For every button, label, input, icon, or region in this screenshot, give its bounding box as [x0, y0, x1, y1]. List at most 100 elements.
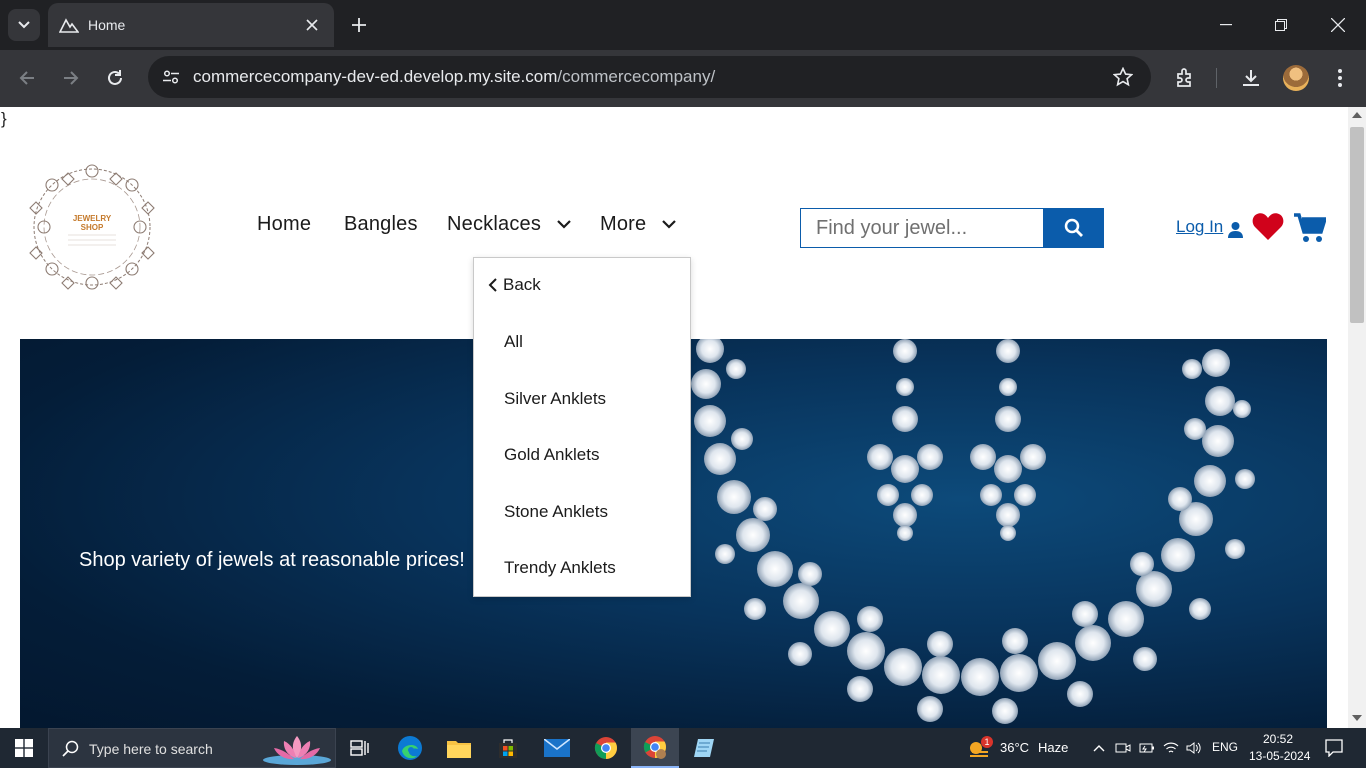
- logo-text: JEWELRY SHOP: [72, 214, 112, 232]
- weather-widget[interactable]: 1 36°C Haze: [965, 728, 1075, 768]
- tab-close-icon[interactable]: [302, 15, 322, 35]
- start-button[interactable]: [0, 728, 48, 768]
- browser-tab-bar: Home: [0, 0, 1366, 50]
- dropdown-item-silver-anklets[interactable]: Silver Anklets: [504, 389, 606, 409]
- language-indicator[interactable]: ENG: [1212, 740, 1238, 754]
- mail-icon: [544, 739, 570, 757]
- volume-icon[interactable]: [1185, 739, 1203, 757]
- restore-icon: [1275, 19, 1287, 31]
- taskbar-mail[interactable]: [533, 728, 581, 768]
- new-tab-button[interactable]: [346, 12, 372, 38]
- taskbar-file-explorer[interactable]: [435, 728, 483, 768]
- stray-brace-text: }: [1, 109, 7, 128]
- reload-button[interactable]: [100, 63, 130, 93]
- task-view-icon: [350, 740, 369, 756]
- edge-icon: [398, 736, 422, 760]
- browser-toolbar: commercecompany-dev-ed.develop.my.site.c…: [0, 50, 1366, 107]
- chevron-down-icon: [557, 220, 571, 229]
- page-scrollbar[interactable]: [1348, 107, 1366, 728]
- site-logo[interactable]: JEWELRY SHOP: [24, 157, 160, 297]
- reload-icon: [108, 70, 122, 85]
- web-page: } JEWELRY SHOP Home Bangles Necklaces Mo…: [0, 107, 1348, 728]
- nav-home[interactable]: Home: [257, 213, 311, 236]
- cart-icon[interactable]: [1294, 213, 1326, 243]
- folder-icon: [447, 741, 471, 758]
- taskbar-chrome-profile-active[interactable]: [631, 728, 679, 768]
- user-icon[interactable]: [1227, 221, 1244, 238]
- address-bar[interactable]: commercecompany-dev-ed.develop.my.site.c…: [148, 56, 1151, 98]
- nav-bangles[interactable]: Bangles: [344, 213, 418, 236]
- dropdown-item-stone-anklets[interactable]: Stone Anklets: [504, 502, 608, 522]
- extensions-icon[interactable]: [1172, 64, 1200, 92]
- store-icon: [499, 739, 517, 758]
- taskbar-notepad-app[interactable]: [680, 728, 728, 768]
- restore-button[interactable]: [1253, 0, 1309, 50]
- chevron-down-icon: [18, 21, 30, 29]
- windows-taskbar: Type here to search 1 36°C Haze ENG 20:5…: [0, 728, 1366, 768]
- chrome-icon: [594, 737, 617, 759]
- nav-necklaces-label: Necklaces: [447, 213, 542, 235]
- hero-tagline: Shop variety of jewels at reasonable pri…: [79, 549, 465, 571]
- profile-avatar[interactable]: [1283, 65, 1309, 91]
- site-settings-icon[interactable]: [160, 66, 182, 88]
- chevron-down-icon: [662, 220, 676, 229]
- arrow-right-icon: [64, 71, 79, 85]
- wishlist-heart-icon[interactable]: [1252, 211, 1284, 241]
- download-icon[interactable]: [1237, 64, 1265, 92]
- taskbar-edge[interactable]: [386, 728, 434, 768]
- clock-time[interactable]: 20:52: [1263, 732, 1293, 746]
- tab-search-button[interactable]: [8, 9, 40, 41]
- weather-description: Haze: [1038, 740, 1069, 755]
- task-view-button[interactable]: [336, 728, 384, 768]
- url-path: /commercecompany/: [557, 67, 716, 86]
- login-link[interactable]: Log In: [1176, 217, 1223, 237]
- windows-logo-icon: [15, 739, 33, 757]
- dropdown-item-gold-anklets[interactable]: Gold Anklets: [504, 445, 599, 465]
- nav-more-label: More: [600, 213, 647, 235]
- chevron-left-icon: [488, 278, 497, 292]
- dropdown-item-trendy-anklets[interactable]: Trendy Anklets: [504, 558, 616, 578]
- search-icon: [62, 740, 79, 757]
- lotus-icon: [263, 736, 331, 765]
- forward-button[interactable]: [56, 63, 86, 93]
- notepad-icon: [694, 739, 714, 757]
- search-icon: [1064, 218, 1083, 237]
- bookmark-star-icon[interactable]: [1111, 65, 1135, 89]
- search-field: [800, 208, 1044, 248]
- taskbar-search-placeholder: Type here to search: [89, 741, 213, 757]
- notification-center-icon[interactable]: [1324, 738, 1344, 758]
- back-button[interactable]: [12, 63, 42, 93]
- minimize-button[interactable]: [1198, 0, 1254, 50]
- plus-icon: [352, 18, 366, 32]
- wifi-icon[interactable]: [1162, 739, 1180, 757]
- taskbar-chrome[interactable]: [582, 728, 630, 768]
- tray-show-hidden-icon[interactable]: [1090, 739, 1108, 757]
- nav-necklaces[interactable]: Necklaces: [447, 213, 571, 236]
- toolbar-separator: [1216, 68, 1217, 88]
- site-favicon-icon: [59, 18, 79, 33]
- weather-badge: 1: [981, 736, 993, 748]
- taskbar-search-box[interactable]: Type here to search: [48, 728, 336, 768]
- browser-menu-icon[interactable]: [1326, 64, 1354, 92]
- close-icon: [1331, 18, 1345, 32]
- close-window-button[interactable]: [1310, 0, 1366, 50]
- search-button[interactable]: [1043, 208, 1104, 248]
- url-text: commercecompany-dev-ed.develop.my.site.c…: [193, 67, 715, 87]
- arrow-left-icon: [19, 71, 34, 85]
- nav-more[interactable]: More: [600, 213, 676, 236]
- dropdown-back-button[interactable]: Back: [488, 275, 541, 295]
- taskbar-store[interactable]: [484, 728, 532, 768]
- scroll-up-arrow-icon[interactable]: [1352, 112, 1362, 118]
- browser-tab-home[interactable]: Home: [48, 3, 334, 47]
- clock-date[interactable]: 13-05-2024: [1249, 749, 1310, 763]
- search-input[interactable]: [801, 209, 1043, 247]
- dropdown-back-label: Back: [503, 275, 541, 294]
- dropdown-item-all[interactable]: All: [504, 332, 523, 352]
- url-host: commercecompany-dev-ed.develop.my.site.c…: [193, 67, 558, 86]
- minimize-icon: [1220, 24, 1232, 26]
- battery-icon[interactable]: [1138, 739, 1156, 757]
- scrollbar-thumb[interactable]: [1350, 127, 1364, 323]
- tray-meet-icon[interactable]: [1114, 739, 1132, 757]
- more-dropdown-menu: Back All Silver Anklets Gold Anklets Sto…: [473, 257, 691, 597]
- scroll-down-arrow-icon[interactable]: [1352, 715, 1362, 721]
